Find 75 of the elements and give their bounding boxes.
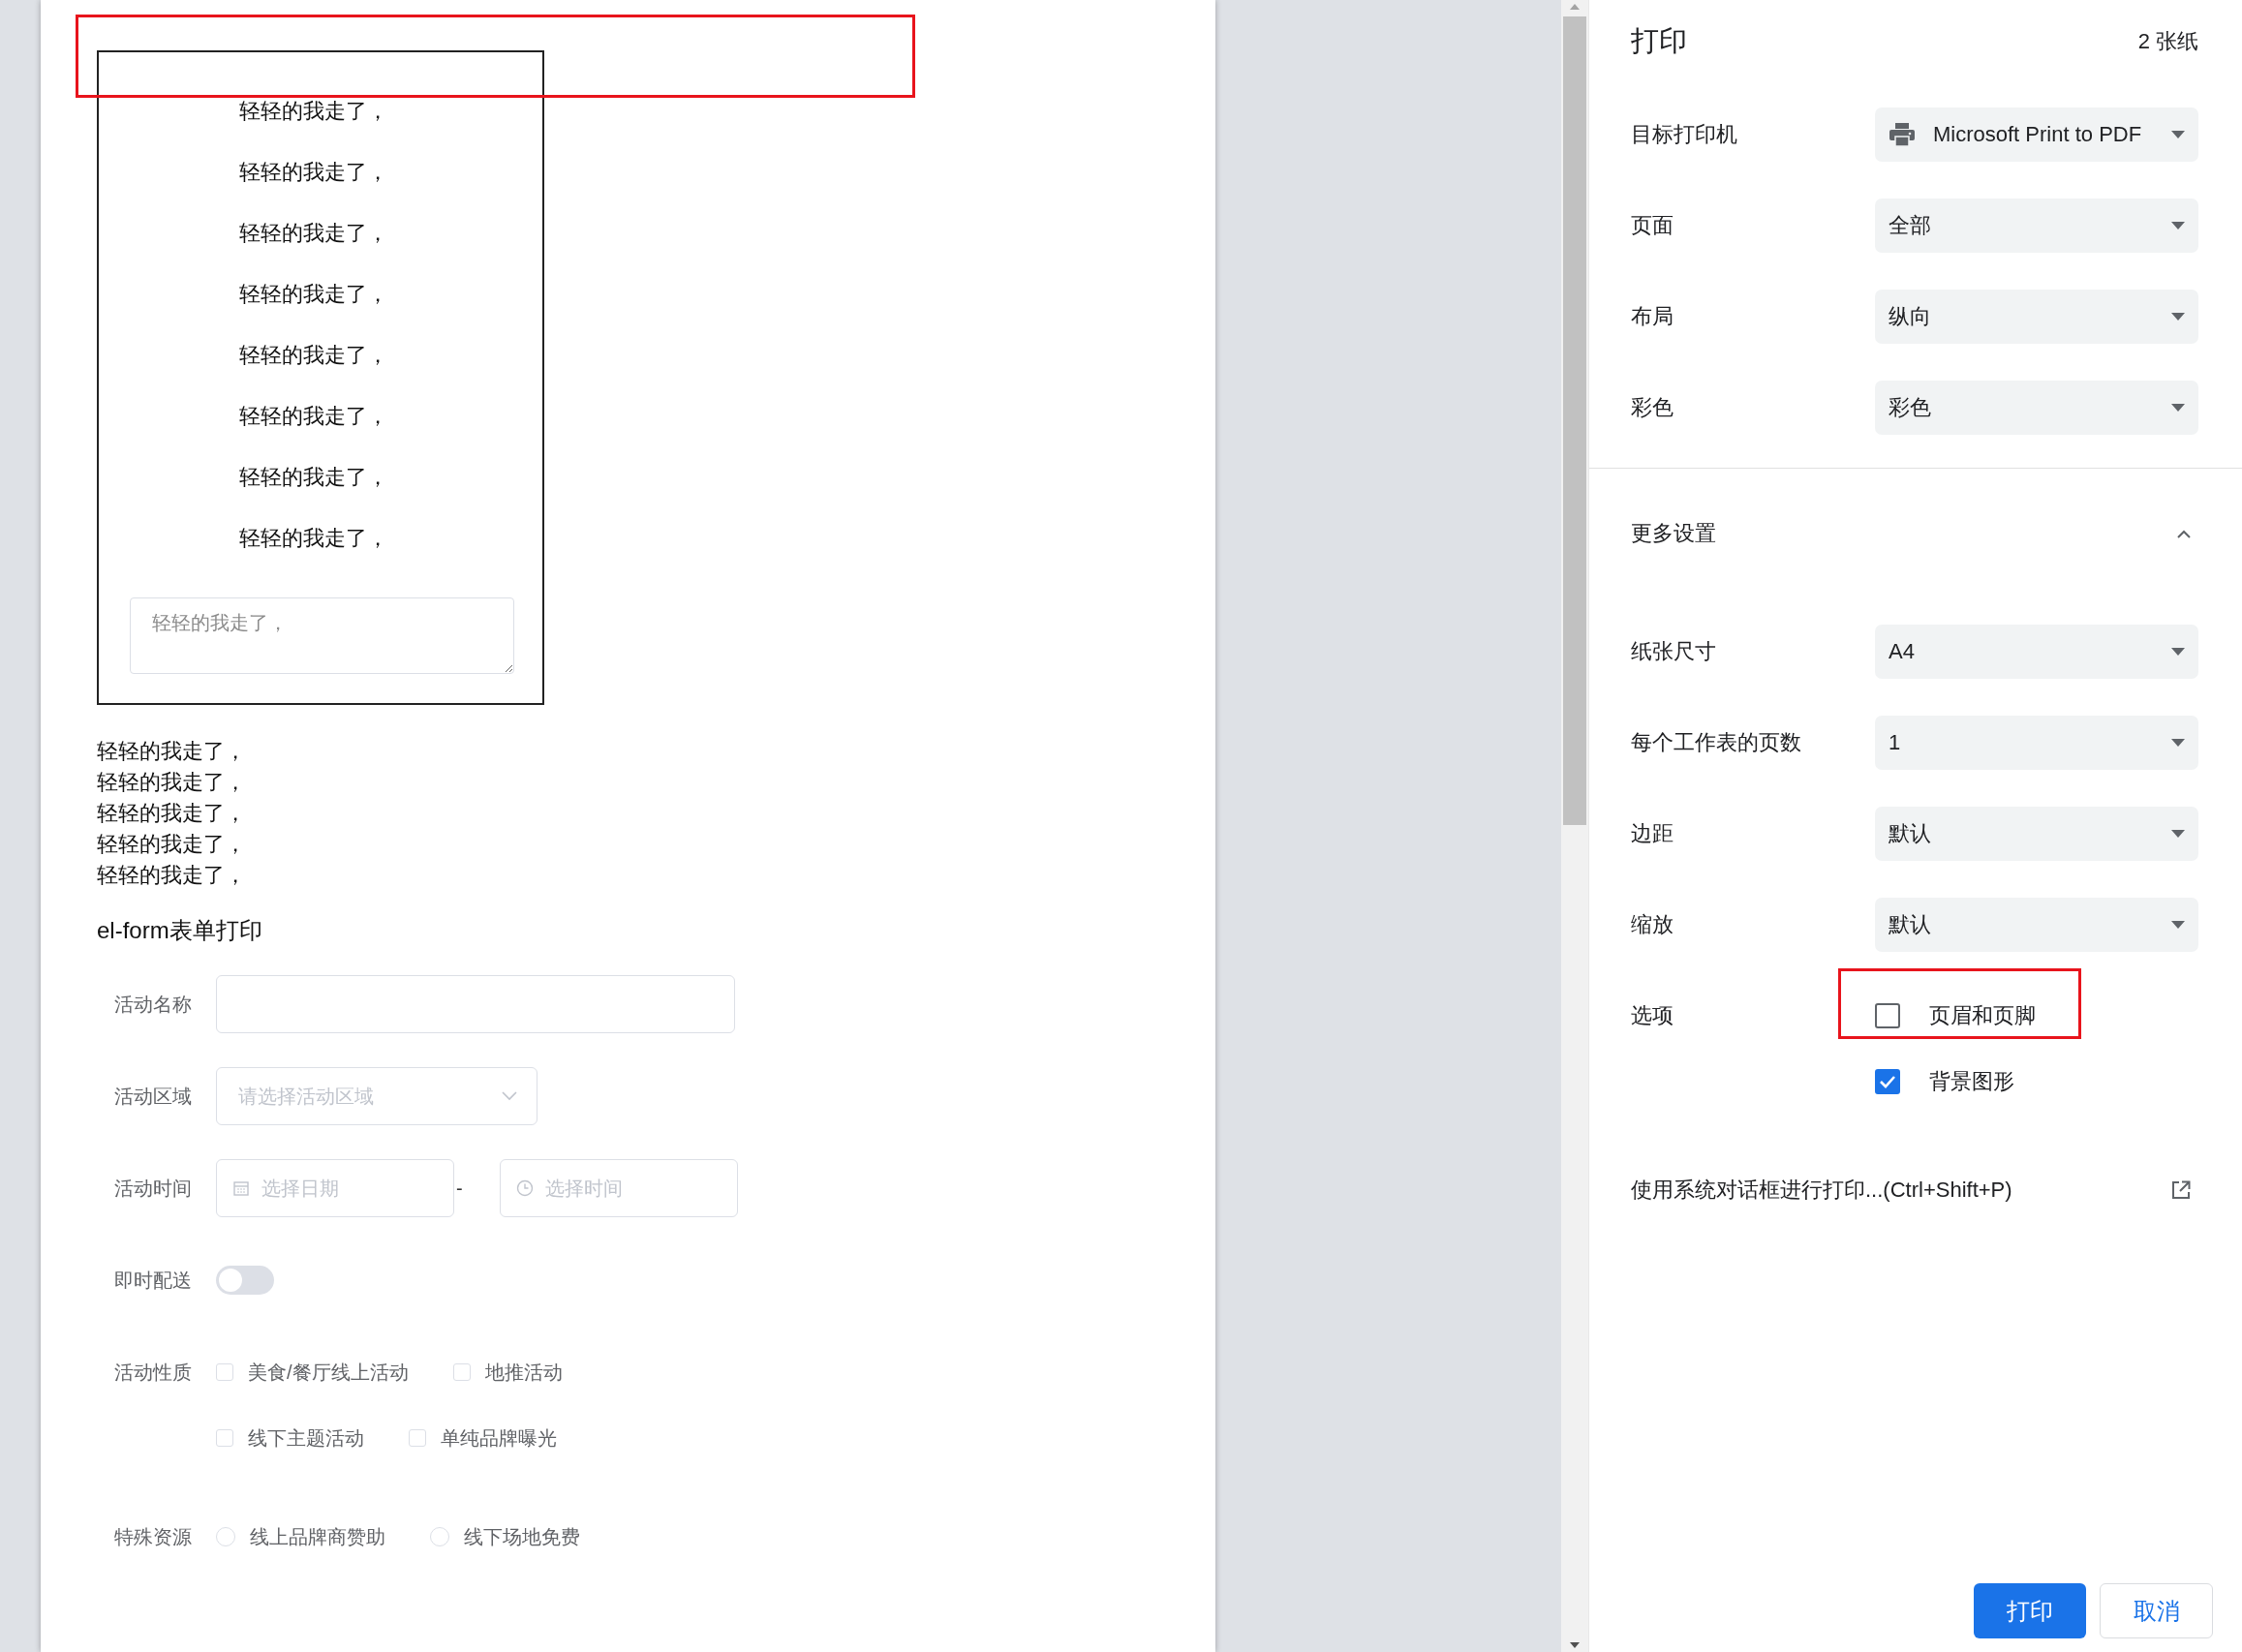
dropdown-arrow-icon [2171,648,2185,656]
checkbox[interactable] [1875,1003,1900,1028]
dropdown-arrow-icon [2171,313,2185,321]
poem-line: 轻轻的我走了， [238,281,388,308]
scrollbar-thumb[interactable] [1563,16,1586,825]
option-label[interactable]: 页眉和页脚 [1929,1001,2036,1030]
range-separator: - [455,1177,464,1200]
scroll-up-arrow-icon [1569,3,1581,10]
field-label: 即时配送 [113,1269,193,1293]
poem-line: 轻轻的我走了， [238,159,388,186]
scroll-down-arrow-icon [1569,1642,1581,1649]
cancel-button[interactable]: 取消 [2100,1583,2213,1638]
dropdown[interactable]: Microsoft Print to PDF [1875,107,2198,162]
poem-line: 轻轻的我走了， [238,342,388,369]
checkmark-icon [1879,1075,1896,1088]
poem-line: 轻轻的我走了， [238,220,388,247]
poem-line: 轻轻的我走了， [238,464,388,491]
scrollbar-track[interactable] [1561,0,1588,1652]
option-label[interactable]: 线下场地免费 [464,1523,580,1550]
text-line: 轻轻的我走了， [97,769,246,796]
field-label: 特殊资源 [113,1525,193,1549]
setting-label: 彩色 [1631,394,1674,421]
setting-label: 选项 [1631,1002,1674,1029]
calendar-icon [232,1179,250,1197]
text-area[interactable]: 轻轻的我走了， [130,597,514,674]
setting-label: 每个工作表的页数 [1631,729,1802,756]
text-line: 轻轻的我走了， [97,800,246,827]
text-line: 轻轻的我走了， [97,738,246,765]
field-label: 活动名称 [113,993,193,1017]
option-label[interactable]: 美食/餐厅线上活动 [248,1359,409,1386]
dropdown-arrow-icon [2171,739,2185,747]
printer-icon [1889,122,1916,147]
form-title: el-form表单打印 [97,916,262,945]
text-line: 轻轻的我走了， [97,862,246,889]
print-button[interactable]: 打印 [1974,1583,2086,1638]
setting-label: 边距 [1631,820,1674,847]
chevron-down-icon [502,1091,517,1101]
clock-icon [516,1179,534,1197]
dropdown[interactable]: A4 [1875,625,2198,679]
dropdown[interactable]: 默认 [1875,807,2198,861]
dropdown-arrow-icon [2171,222,2185,229]
setting-label: 缩放 [1631,911,1674,938]
option-label[interactable]: 地推活动 [484,1359,563,1386]
dropdown-arrow-icon [2171,921,2185,929]
field-label: 活动时间 [113,1177,193,1201]
dropdown[interactable]: 全部 [1875,199,2198,253]
dropdown-arrow-icon [2171,830,2185,838]
field-label: 活动性质 [113,1361,193,1385]
checkbox[interactable] [1875,1069,1900,1094]
option-label[interactable]: 线下主题活动 [248,1424,364,1452]
dropdown-arrow-icon [2171,404,2185,412]
dropdown[interactable]: 1 [1875,716,2198,770]
open-external-icon [2171,1180,2191,1200]
field-label: 活动区域 [113,1085,193,1109]
sheet-count: 2 张纸 [2137,28,2198,55]
option-label[interactable]: 线上品牌商赞助 [250,1523,385,1550]
option-label[interactable]: 背景图形 [1929,1067,2014,1096]
dropdown[interactable]: 默认 [1875,898,2198,952]
option-label[interactable]: 单纯品牌曝光 [441,1424,557,1452]
setting-label: 布局 [1631,303,1674,330]
dropdown-arrow-icon [2171,131,2185,138]
text-line: 轻轻的我走了， [97,831,246,858]
system-dialog-link[interactable]: 使用系统对话框进行打印...(Ctrl+Shift+P) [1631,1176,2012,1205]
setting-label: 页面 [1631,212,1674,239]
setting-label: 纸张尺寸 [1631,638,1717,665]
input-field[interactable] [216,975,735,1033]
setting-label: 目标打印机 [1631,121,1738,148]
poem-line: 轻轻的我走了， [238,403,388,430]
more-settings-toggle[interactable]: 更多设置 [1631,488,2198,579]
dropdown[interactable]: 彩色 [1875,381,2198,435]
dropdown[interactable]: 纵向 [1875,290,2198,344]
toggle-switch[interactable] [216,1266,274,1295]
poem-line: 轻轻的我走了， [238,525,388,552]
panel-title: 打印 [1631,24,1687,58]
poem-line: 轻轻的我走了， [238,98,388,125]
